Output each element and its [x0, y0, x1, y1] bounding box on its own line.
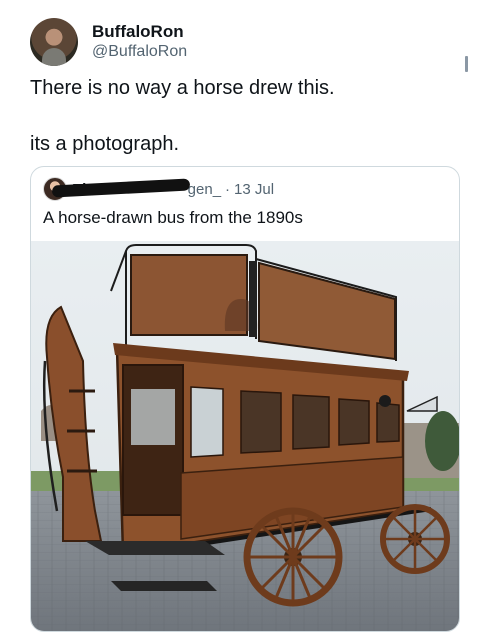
- author-names: BuffaloRon @BuffaloRon: [92, 22, 187, 62]
- separator-dot: ·: [225, 180, 231, 198]
- more-icon[interactable]: [465, 56, 468, 72]
- rear-platform: [85, 541, 225, 555]
- front-wheel: [380, 504, 450, 574]
- quoted-post-card[interactable]: The gen_ · 13 Jul A horse-drawn bus from…: [30, 166, 460, 632]
- quoted-handle[interactable]: gen_: [188, 181, 221, 198]
- avatar[interactable]: [30, 18, 78, 66]
- post-text: There is no way a horse drew this. its a…: [30, 74, 335, 158]
- bus-photo[interactable]: [31, 241, 459, 631]
- upper-divider: [249, 261, 257, 337]
- quoted-date[interactable]: 13 Jul: [234, 181, 274, 198]
- lamp: [379, 395, 391, 407]
- quoted-post-text: A horse-drawn bus from the 1890s: [43, 208, 303, 227]
- post-line-1: There is no way a horse drew this.: [30, 77, 335, 99]
- quoted-post-header: The gen_ · 13 Jul: [43, 177, 274, 201]
- rear-step: [111, 581, 217, 591]
- rear-wheel: [243, 507, 343, 607]
- post-header: BuffaloRon @BuffaloRon: [30, 18, 187, 66]
- rear-window: [131, 389, 175, 445]
- post-line-2: its a photograph.: [30, 133, 179, 155]
- user-handle[interactable]: @BuffaloRon: [92, 42, 187, 62]
- display-name[interactable]: BuffaloRon: [92, 22, 187, 42]
